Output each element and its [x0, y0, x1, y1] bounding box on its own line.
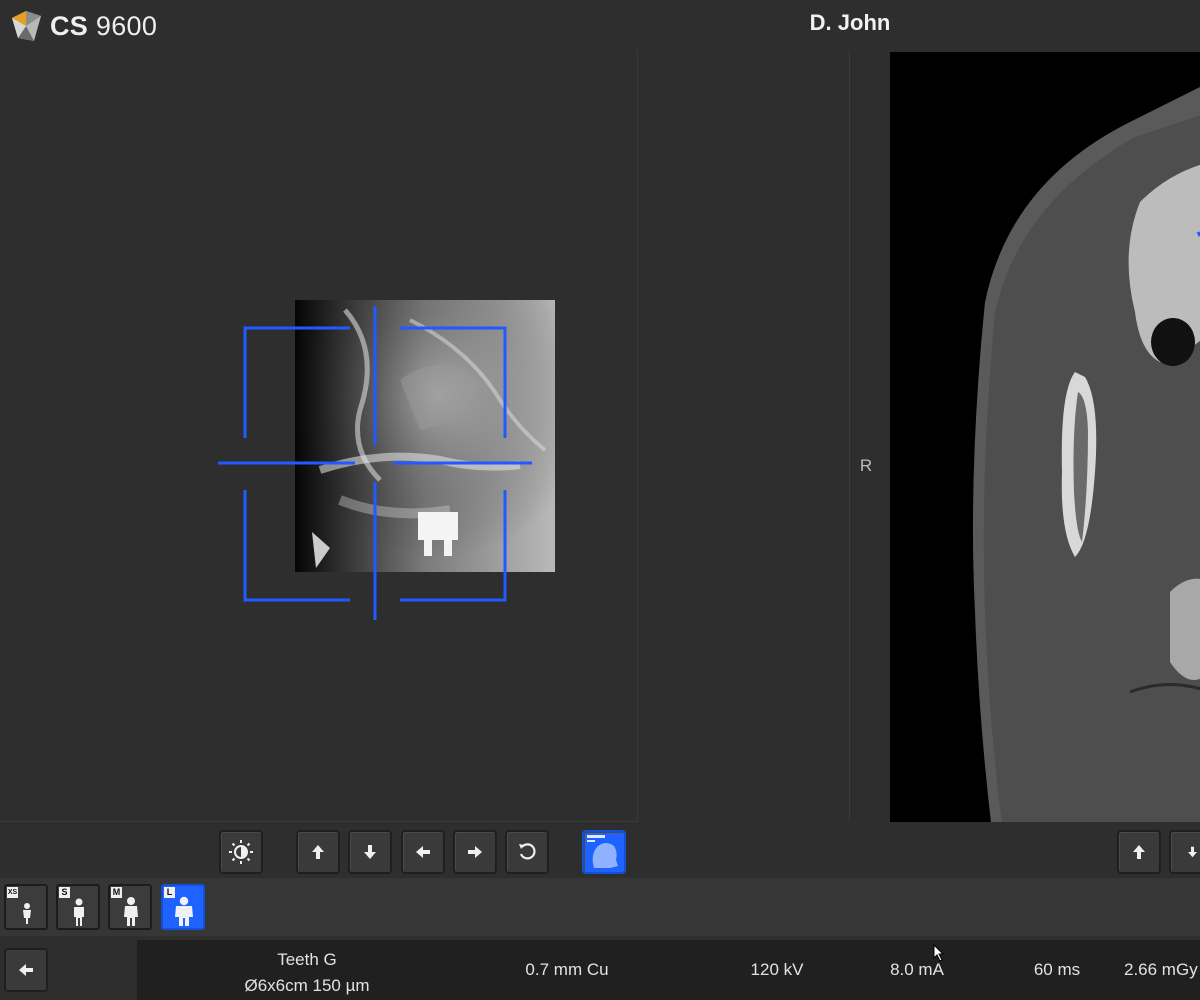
child-person-icon: [23, 903, 31, 924]
move-right-button[interactable]: [453, 830, 497, 874]
app-window: CS 9600 D. John R XS S M L Teeth G Ø6x6c…: [0, 0, 1200, 1000]
ct-axial-view[interactable]: [890, 52, 1200, 822]
view-divider: [638, 50, 850, 822]
move-left-button[interactable]: [401, 830, 445, 874]
small-person-icon: [74, 898, 84, 926]
reset-rotate-icon: [519, 843, 536, 860]
filter-value: 0.7 mm Cu: [525, 960, 609, 979]
arrow-left-icon: [416, 846, 430, 858]
arrow-right-icon: [468, 846, 482, 858]
scout-view-panel[interactable]: [0, 50, 638, 822]
dose-value: 2.66 mGy: [1124, 960, 1198, 979]
arrow-left-icon: [19, 964, 33, 976]
ct-move-down-button[interactable]: [1169, 830, 1200, 874]
ct-axial-image: [972, 87, 1200, 822]
patient-size-l[interactable]: L: [161, 884, 205, 930]
reset-button[interactable]: [505, 830, 549, 874]
patient-size-xs[interactable]: XS: [4, 884, 48, 930]
arrow-up-icon: [1133, 845, 1145, 859]
patient-size-s[interactable]: S: [56, 884, 100, 930]
scout-view[interactable]: [0, 50, 638, 822]
brightness-button[interactable]: [219, 830, 263, 874]
program-name: Teeth G: [277, 950, 337, 969]
brand-logo-icon: [12, 11, 41, 41]
large-person-icon: [175, 896, 193, 926]
acquisition-parameters: Teeth G Ø6x6cm 150 µm 0.7 mm Cu 120 kV 8…: [137, 940, 1200, 1000]
move-up-button[interactable]: [296, 830, 340, 874]
app-logo: CS 9600: [8, 8, 157, 44]
exposure-time-value: 60 ms: [1033, 960, 1081, 979]
scout-view-button[interactable]: [582, 830, 626, 874]
medium-person-icon: [124, 897, 138, 926]
patient-size-m[interactable]: M: [108, 884, 152, 930]
brightness-icon: [229, 840, 253, 864]
patient-name: D. John: [809, 10, 891, 35]
orientation-label: R: [859, 456, 873, 475]
scout-view-icon: [586, 834, 622, 870]
back-button[interactable]: [4, 948, 48, 992]
voltage-value: 120 kV: [750, 960, 804, 979]
scout-xray-image: [295, 300, 555, 572]
header: CS 9600 D. John: [0, 0, 1200, 50]
app-title: CS 9600: [50, 8, 157, 44]
app-model: 9600: [95, 11, 158, 41]
move-down-button[interactable]: [348, 830, 392, 874]
ct-move-up-button[interactable]: [1117, 830, 1161, 874]
app-brand: CS: [50, 11, 89, 41]
mouse-cursor-icon: [933, 944, 945, 962]
arrow-up-icon: [312, 845, 324, 859]
current-value: 8.0 mA: [890, 960, 944, 979]
arrow-down-icon: [1188, 846, 1197, 858]
arrow-down-icon: [364, 845, 376, 859]
fov-resolution: Ø6x6cm 150 µm: [244, 976, 370, 995]
